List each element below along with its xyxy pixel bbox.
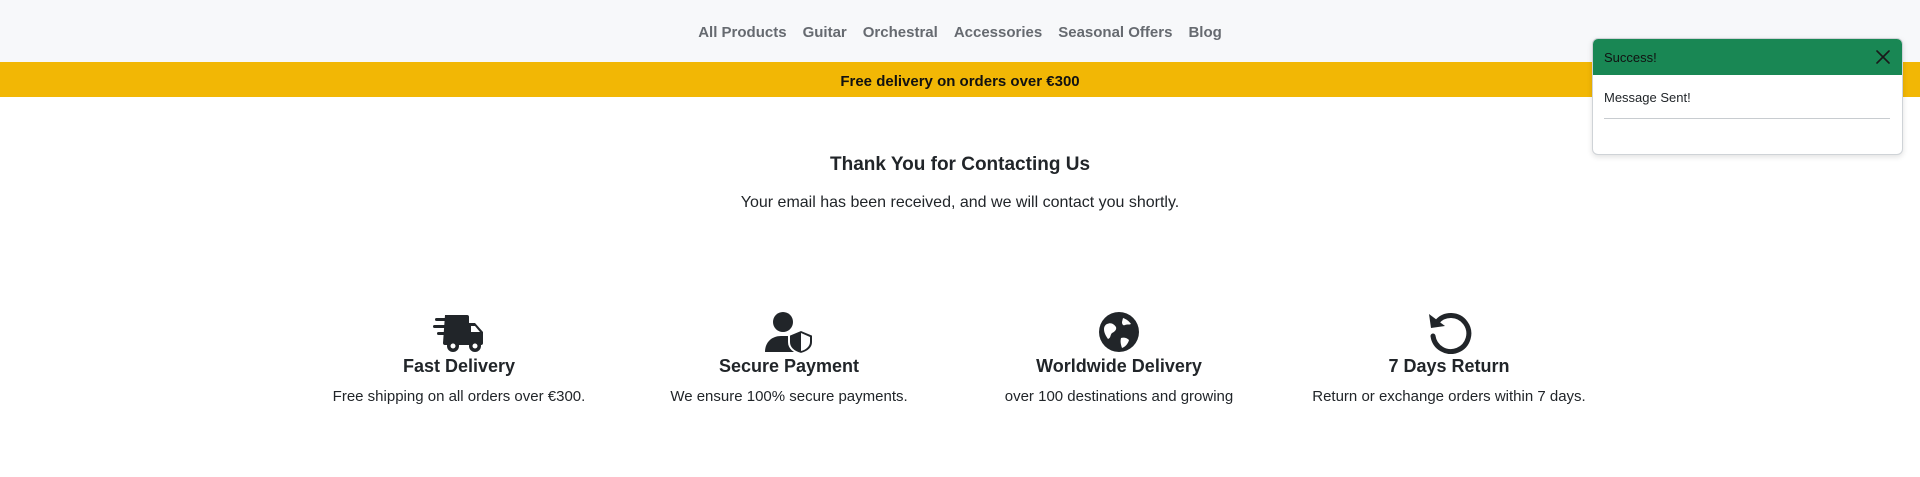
nav-blog[interactable]: Blog xyxy=(1188,20,1221,45)
features-section: Fast Delivery Free shipping on all order… xyxy=(0,310,1920,420)
confirmation-title: Thank You for Contacting Us xyxy=(829,154,1091,175)
toast-divider xyxy=(1604,118,1890,119)
toast-body: Message Sent! xyxy=(1593,75,1902,119)
delivery-truck-icon xyxy=(433,315,483,352)
feature-text: Free shipping on all orders over €300. xyxy=(332,388,586,405)
feature-title: Secure Payment xyxy=(718,356,860,376)
nav-all-products[interactable]: All Products xyxy=(698,20,786,45)
feature-secure-payment: Secure Payment We ensure 100% secure pay… xyxy=(624,310,954,408)
promo-banner-text: Free delivery on orders over €300 xyxy=(840,73,1080,90)
feature-text: over 100 destinations and growing xyxy=(1004,388,1234,405)
globe-icon xyxy=(1099,312,1139,352)
success-toast: Success! Message Sent! xyxy=(1592,38,1903,155)
nav-guitar[interactable]: Guitar xyxy=(803,20,847,45)
feature-worldwide-delivery: Worldwide Delivery over 100 destinations… xyxy=(954,310,1284,408)
close-icon[interactable] xyxy=(1874,48,1892,66)
feature-text: Return or exchange orders within 7 days. xyxy=(1312,388,1586,405)
feature-text: We ensure 100% secure payments. xyxy=(670,388,908,405)
toast-title: Success! xyxy=(1604,49,1657,65)
nav-seasonal-offers[interactable]: Seasonal Offers xyxy=(1058,20,1172,45)
feature-title: Fast Delivery xyxy=(402,356,516,376)
feature-fast-delivery: Fast Delivery Free shipping on all order… xyxy=(294,310,624,408)
feature-7-days-return: 7 Days Return Return or exchange orders … xyxy=(1284,310,1614,408)
feature-title: 7 Days Return xyxy=(1388,356,1510,376)
nav-orchestral[interactable]: Orchestral xyxy=(863,20,938,45)
confirmation-message: Your email has been received, and we wil… xyxy=(740,194,1180,211)
toast-header: Success! xyxy=(1593,39,1902,75)
nav-accessories[interactable]: Accessories xyxy=(954,20,1042,45)
feature-title: Worldwide Delivery xyxy=(1036,356,1202,376)
confirmation-section: Thank You for Contacting Us Your email h… xyxy=(0,152,1920,214)
toast-message: Message Sent! xyxy=(1604,90,1691,105)
user-shield-icon xyxy=(765,312,814,354)
rotate-left-icon xyxy=(1429,313,1472,354)
